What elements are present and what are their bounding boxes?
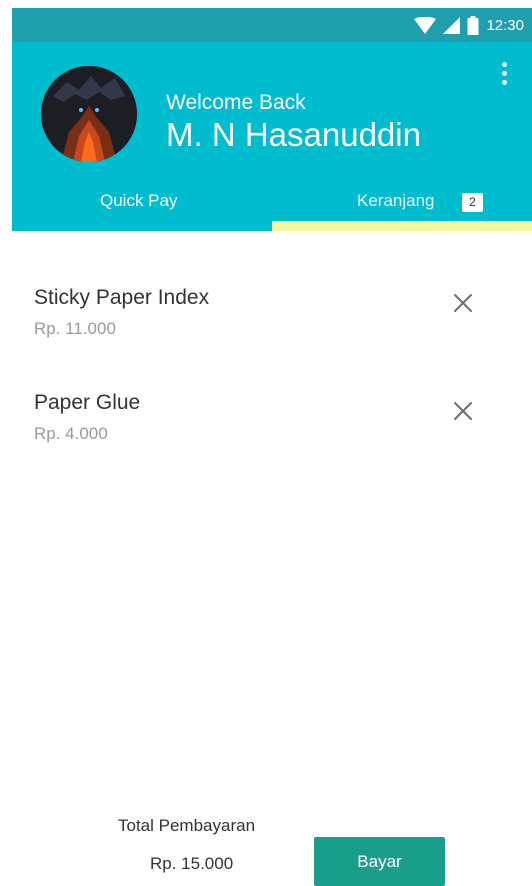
profile-header: Welcome Back M. N Hasanuddin Quick Pay K…: [12, 42, 532, 231]
wifi-icon: [414, 16, 437, 34]
more-vert-icon[interactable]: [492, 60, 516, 96]
total-label: Total Pembayaran: [118, 816, 256, 835]
tab-quick-pay[interactable]: Quick Pay: [12, 181, 272, 231]
cart-item: Paper Glue Rp. 4.000: [12, 391, 532, 481]
tab-indicator: [272, 221, 532, 231]
item-price: Rp. 11.000: [34, 319, 116, 338]
pay-button[interactable]: Bayar: [314, 837, 445, 886]
item-name: Sticky Paper Index: [34, 286, 210, 309]
cart-item: Sticky Paper Index Rp. 11.000: [12, 286, 532, 376]
app-screen: 12:30 Welcome Back M. N Hasanuddin Quick…: [12, 8, 532, 886]
cart-count-badge: 2: [462, 193, 483, 212]
welcome-text: Welcome Back: [166, 91, 306, 114]
signal-icon: [443, 16, 461, 34]
close-icon[interactable]: [450, 290, 476, 316]
avatar-image: [41, 66, 137, 162]
status-bar: 12:30: [12, 8, 532, 42]
status-time: 12:30: [486, 16, 524, 34]
avatar[interactable]: [41, 66, 137, 162]
item-price: Rp. 4.000: [34, 424, 108, 443]
tab-keranjang-label: Keranjang: [357, 191, 435, 210]
user-name: M. N Hasanuddin: [166, 116, 421, 153]
battery-icon: [467, 15, 479, 35]
status-icons: 12:30: [414, 14, 524, 36]
item-name: Paper Glue: [34, 391, 141, 414]
close-icon[interactable]: [450, 398, 476, 424]
tab-quick-pay-label: Quick Pay: [100, 191, 178, 210]
total-amount: Rp. 15.000: [150, 854, 234, 873]
